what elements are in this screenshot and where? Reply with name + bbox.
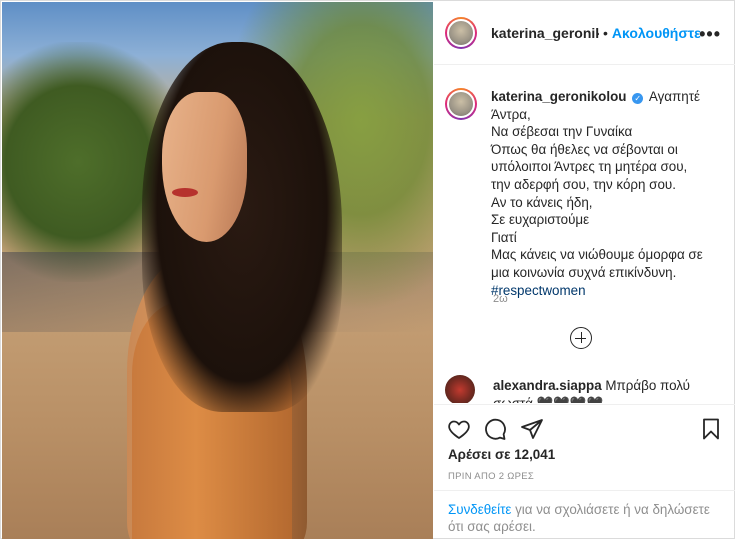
post-dialog: katerina_geronikolou • Ακολουθήστε ••• k…: [0, 0, 735, 539]
caption-line: μια κοινωνία συχνά επικίνδυνη.: [491, 264, 677, 280]
header-username[interactable]: katerina_geronikolou: [491, 25, 599, 41]
bookmark-icon[interactable]: [699, 417, 723, 441]
caption-time: 2ω: [493, 293, 508, 305]
comment-item: alexandra.siappa Μπράβο πολύ σωστά 🖤🖤🖤🖤: [445, 375, 730, 403]
caption-line: την αδερφή σου, την κόρη σου.: [491, 176, 676, 192]
caption-text: katerina_geronikolou ✓ Αγαπητέ Άντρα, Να…: [491, 88, 703, 299]
photo-hair: [142, 42, 342, 412]
follow-button[interactable]: Ακολουθήστε: [612, 25, 701, 41]
photo-face: [162, 92, 247, 242]
comment-text: alexandra.siappa Μπράβο πολύ σωστά 🖤🖤🖤🖤: [493, 377, 719, 403]
verified-badge-icon: ✓: [632, 93, 644, 104]
login-link[interactable]: Συνδεθείτε: [448, 502, 511, 517]
load-more-comments-plus-circle-icon[interactable]: [570, 327, 592, 349]
comment-icon[interactable]: [483, 417, 507, 441]
caption-line: υπόλοιποι Άντρες τη μητέρα σου,: [491, 159, 688, 175]
caption-avatar[interactable]: [445, 88, 477, 120]
caption-username[interactable]: katerina_geronikolou: [491, 89, 626, 104]
likes-count[interactable]: Αρέσει σε 12,041: [448, 447, 555, 462]
hashtag-link[interactable]: #respectwomen: [491, 282, 703, 300]
login-prompt: Συνδεθείτε για να σχολιάσετε ή να δηλώσε…: [434, 490, 735, 535]
posted-timestamp: ΠΡΙΝ ΑΠΟ 2 ΩΡΕΣ: [448, 471, 535, 482]
post-caption: katerina_geronikolou ✓ Αγαπητέ Άντρα, Να…: [445, 88, 730, 299]
comment-avatar[interactable]: [445, 375, 475, 403]
post-photo[interactable]: [2, 2, 433, 539]
caption-line: Όπως θα ήθελες να σέβονται οι: [491, 141, 678, 157]
caption-line: Μας κάνεις να νιώθουμε όμορφα σε: [491, 247, 703, 263]
comment-body: Μπράβο πολύ: [605, 378, 690, 393]
caption-line: Αν το κάνεις ήδη,: [491, 194, 593, 210]
caption-line: Να σέβεσαι την Γυναίκα: [491, 124, 633, 140]
share-icon[interactable]: [520, 417, 544, 441]
comment-username[interactable]: alexandra.siappa: [493, 378, 602, 393]
caption-line: Σε ευχαριστούμε: [491, 212, 590, 228]
post-sidebar: katerina_geronikolou • Ακολουθήστε ••• k…: [434, 2, 735, 539]
header-separator-dot: •: [603, 25, 608, 41]
more-options-icon[interactable]: •••: [699, 24, 721, 45]
comment-body-line2: σωστά 🖤🖤🖤🖤: [493, 395, 719, 403]
header-avatar[interactable]: [445, 17, 477, 49]
heart-icon[interactable]: [447, 417, 471, 441]
caption-line: Άντρα,: [491, 106, 531, 122]
caption-line: Γιατί: [491, 229, 517, 245]
caption-line: Αγαπητέ: [648, 89, 700, 104]
photo-lips: [172, 188, 198, 197]
post-header: katerina_geronikolou • Ακολουθήστε •••: [434, 2, 735, 65]
